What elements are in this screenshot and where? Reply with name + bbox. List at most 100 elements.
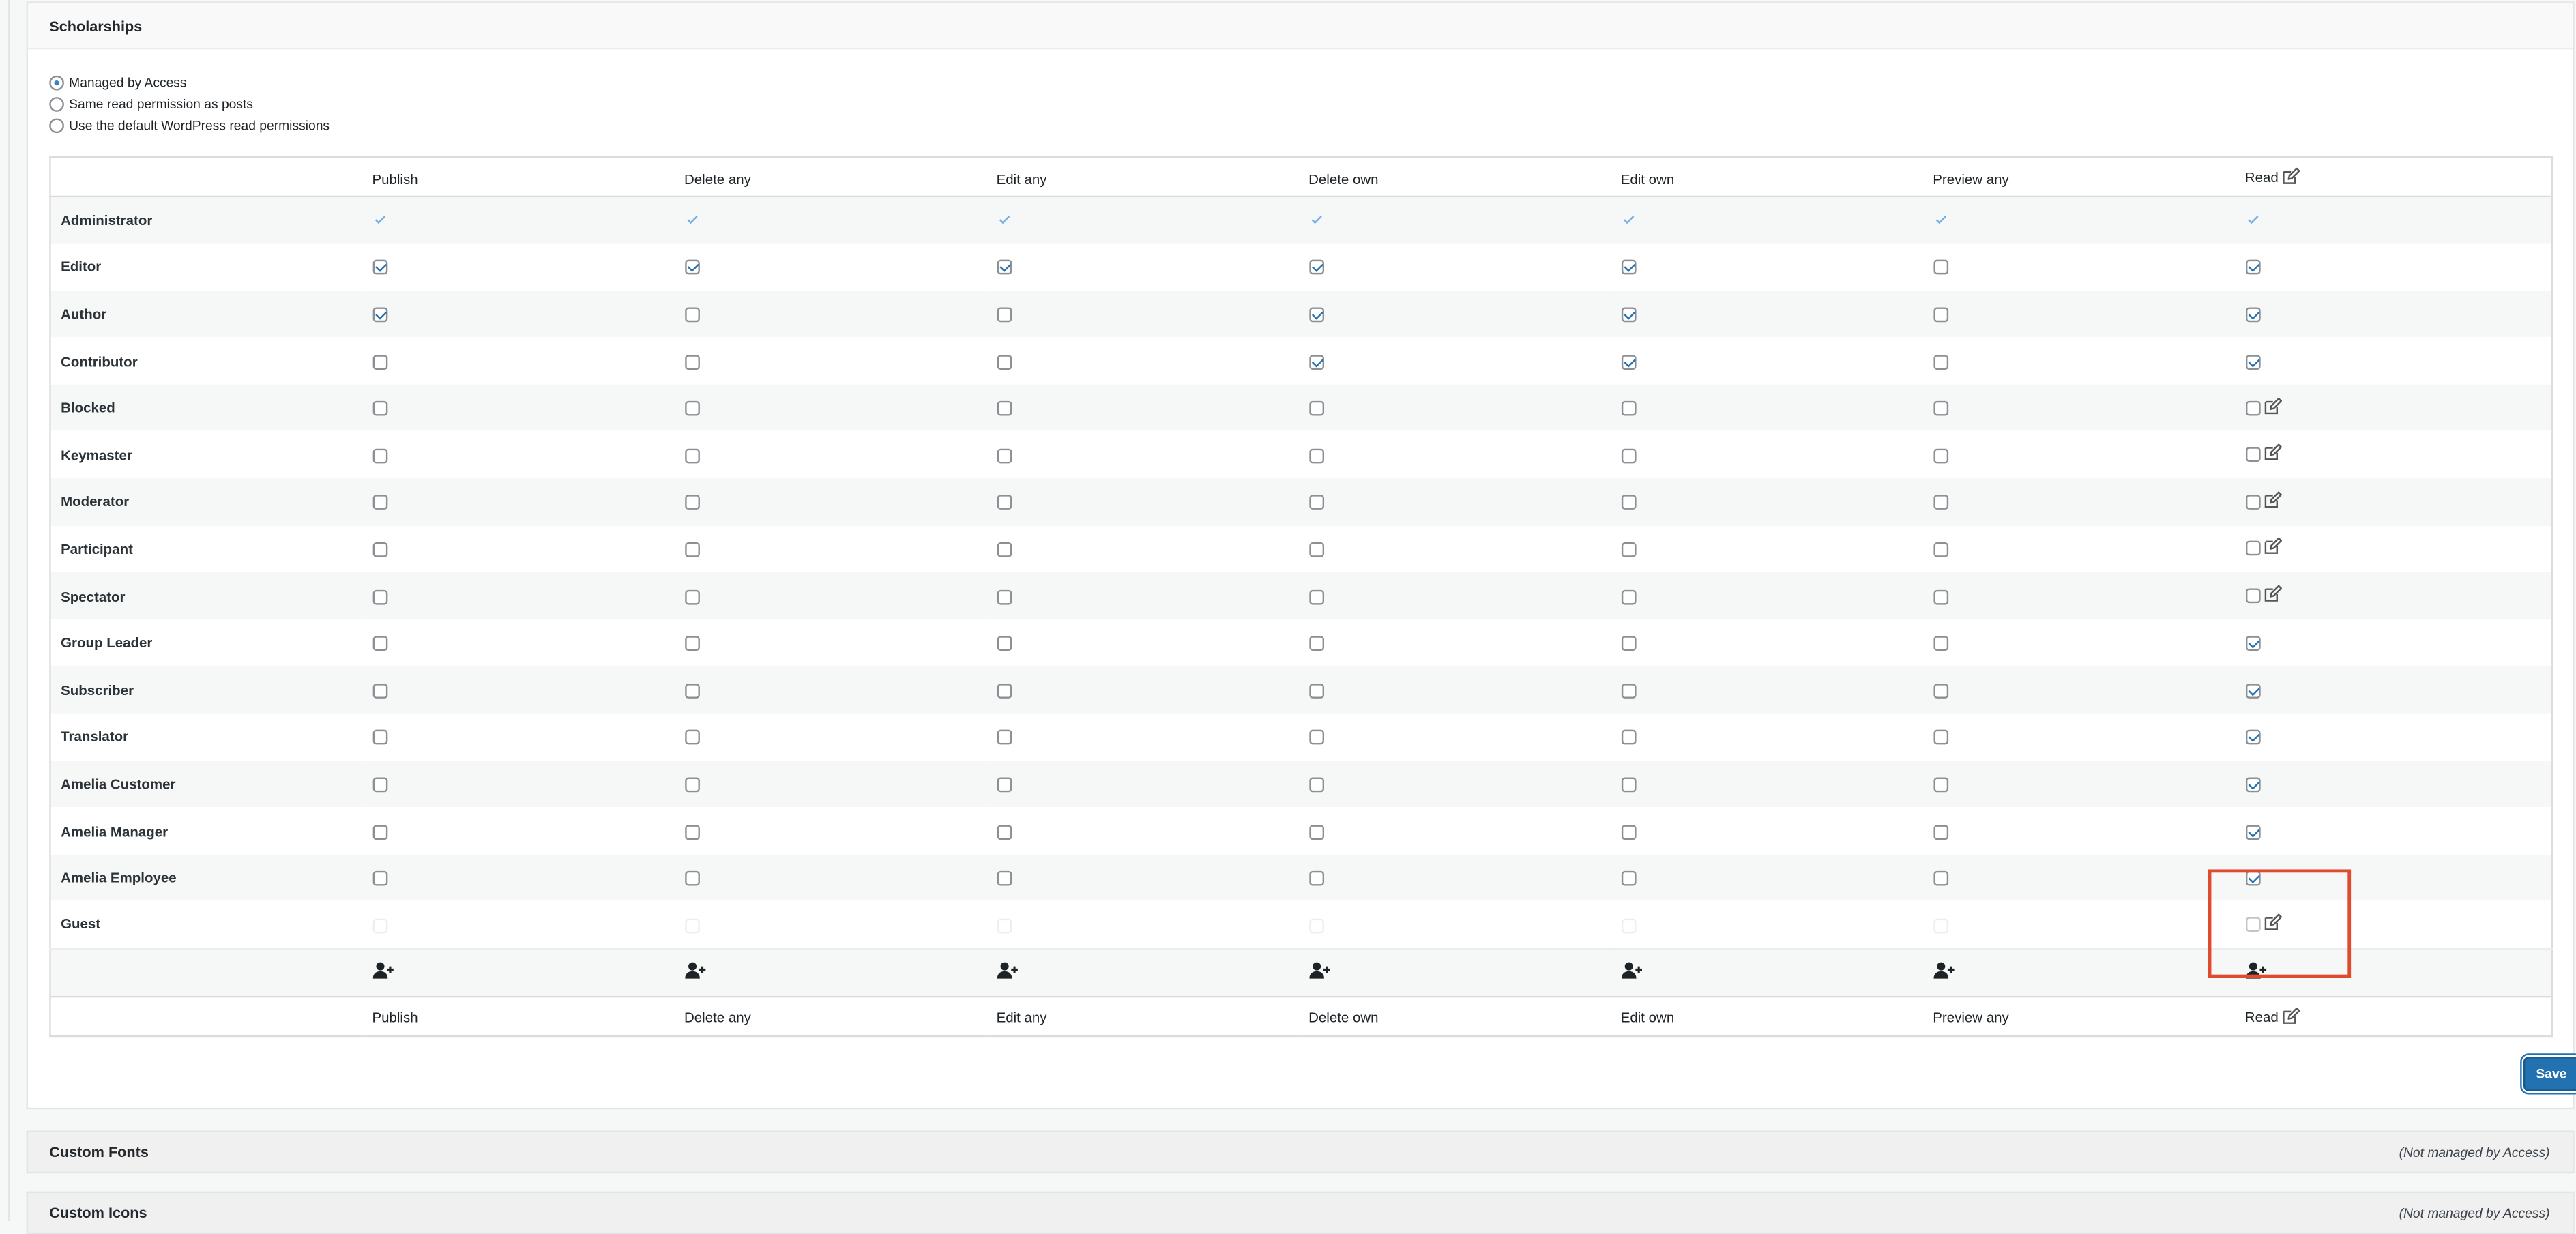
permission-checkbox[interactable]: [2244, 917, 2260, 932]
permission-checkbox[interactable]: [1308, 448, 1323, 463]
permission-checkbox[interactable]: [1933, 683, 1948, 699]
permission-checkbox[interactable]: [684, 307, 699, 323]
add-user-icon[interactable]: [1308, 961, 1330, 982]
permission-checkbox[interactable]: [996, 495, 1012, 510]
permission-checkbox[interactable]: [1620, 401, 1636, 417]
permission-checkbox[interactable]: [2244, 636, 2260, 651]
add-user-icon[interactable]: [372, 961, 393, 982]
permission-checkbox[interactable]: [372, 542, 387, 557]
scholarships-header[interactable]: Scholarships: [27, 3, 2573, 50]
permission-checkbox[interactable]: [2244, 307, 2260, 323]
permission-checkbox[interactable]: [1933, 260, 1948, 276]
permission-checkbox[interactable]: [372, 495, 387, 510]
permission-checkbox[interactable]: [684, 730, 699, 746]
permission-checkbox[interactable]: [1933, 307, 1948, 323]
permission-checkbox[interactable]: [996, 730, 1012, 746]
permission-checkbox[interactable]: [1620, 307, 1636, 323]
permission-checkbox[interactable]: [1620, 683, 1636, 699]
permission-checkbox[interactable]: [996, 354, 1012, 370]
permission-checkbox[interactable]: [1620, 730, 1636, 746]
permission-checkbox[interactable]: [1933, 401, 1948, 417]
permission-checkbox[interactable]: [684, 777, 699, 793]
permission-checkbox[interactable]: [1308, 495, 1323, 510]
permission-checkbox[interactable]: [1933, 448, 1948, 463]
permission-checkbox[interactable]: [1933, 777, 1948, 793]
permission-checkbox[interactable]: [684, 542, 699, 557]
permission-checkbox[interactable]: [1620, 495, 1636, 510]
add-user-icon[interactable]: [1933, 961, 1954, 982]
permission-checkbox[interactable]: [1308, 730, 1323, 746]
edit-icon[interactable]: [2262, 585, 2281, 606]
permission-checkbox[interactable]: [372, 683, 387, 699]
permission-checkbox[interactable]: [996, 448, 1012, 463]
permission-checkbox[interactable]: [684, 824, 699, 840]
permission-checkbox[interactable]: [372, 307, 387, 323]
add-user-icon[interactable]: [1620, 961, 1642, 982]
add-user-icon[interactable]: [996, 961, 1018, 982]
permission-checkbox[interactable]: [2244, 730, 2260, 746]
permission-checkbox[interactable]: [1308, 260, 1323, 276]
add-user-icon[interactable]: [684, 961, 705, 982]
permission-checkbox[interactable]: [372, 260, 387, 276]
permission-checkbox[interactable]: [372, 730, 387, 746]
permission-checkbox[interactable]: [1308, 589, 1323, 604]
section-custom-icons[interactable]: Custom Icons (Not managed by Access): [26, 1191, 2575, 1234]
radio-button[interactable]: [49, 75, 64, 91]
edit-icon[interactable]: [2280, 1006, 2300, 1028]
read-permission-option[interactable]: Same read permission as posts: [49, 93, 330, 115]
permission-checkbox[interactable]: [1933, 824, 1948, 840]
permission-checkbox[interactable]: [372, 401, 387, 417]
permission-checkbox[interactable]: [1933, 542, 1948, 557]
permission-checkbox[interactable]: [1620, 777, 1636, 793]
permission-checkbox[interactable]: [996, 401, 1012, 417]
permission-checkbox[interactable]: [2244, 354, 2260, 370]
permission-checkbox[interactable]: [372, 636, 387, 651]
radio-button[interactable]: [49, 118, 64, 134]
permission-checkbox[interactable]: [1308, 824, 1323, 840]
permission-checkbox[interactable]: [2244, 683, 2260, 699]
permission-checkbox[interactable]: [1933, 730, 1948, 746]
permission-checkbox[interactable]: [996, 777, 1012, 793]
edit-icon[interactable]: [2262, 491, 2281, 512]
permission-checkbox[interactable]: [684, 448, 699, 463]
permission-checkbox[interactable]: [684, 636, 699, 651]
permission-checkbox[interactable]: [684, 871, 699, 886]
permission-checkbox[interactable]: [1308, 354, 1323, 370]
permission-checkbox[interactable]: [372, 354, 387, 370]
permission-checkbox[interactable]: [684, 401, 699, 417]
permission-checkbox[interactable]: [2244, 871, 2260, 886]
permission-checkbox[interactable]: [996, 307, 1012, 323]
permission-checkbox[interactable]: [1620, 824, 1636, 840]
permission-checkbox[interactable]: [996, 824, 1012, 840]
permission-checkbox[interactable]: [1308, 542, 1323, 557]
permission-checkbox[interactable]: [1933, 495, 1948, 510]
permission-checkbox[interactable]: [2244, 541, 2260, 557]
permission-checkbox[interactable]: [684, 683, 699, 699]
permission-checkbox[interactable]: [372, 448, 387, 463]
permission-checkbox[interactable]: [996, 589, 1012, 604]
permission-checkbox[interactable]: [1308, 777, 1323, 793]
edit-icon[interactable]: [2262, 397, 2281, 418]
permission-checkbox[interactable]: [372, 777, 387, 793]
permission-checkbox[interactable]: [684, 354, 699, 370]
add-user-icon[interactable]: [2244, 961, 2266, 982]
permission-checkbox[interactable]: [1933, 589, 1948, 604]
permission-checkbox[interactable]: [372, 824, 387, 840]
edit-icon[interactable]: [2262, 538, 2281, 559]
radio-button[interactable]: [49, 97, 64, 112]
permission-checkbox[interactable]: [1620, 871, 1636, 886]
permission-checkbox[interactable]: [684, 589, 699, 604]
permission-checkbox[interactable]: [996, 636, 1012, 651]
permission-checkbox[interactable]: [1620, 260, 1636, 276]
permission-checkbox[interactable]: [1620, 542, 1636, 557]
permission-checkbox[interactable]: [996, 542, 1012, 557]
edit-icon[interactable]: [2262, 913, 2281, 935]
permission-checkbox[interactable]: [2244, 777, 2260, 793]
permission-checkbox[interactable]: [1620, 589, 1636, 604]
section-custom-fonts[interactable]: Custom Fonts (Not managed by Access): [26, 1130, 2575, 1174]
permission-checkbox[interactable]: [2244, 260, 2260, 276]
permission-checkbox[interactable]: [2244, 400, 2260, 415]
permission-checkbox[interactable]: [1308, 683, 1323, 699]
permission-checkbox[interactable]: [372, 871, 387, 886]
permission-checkbox[interactable]: [2244, 824, 2260, 840]
